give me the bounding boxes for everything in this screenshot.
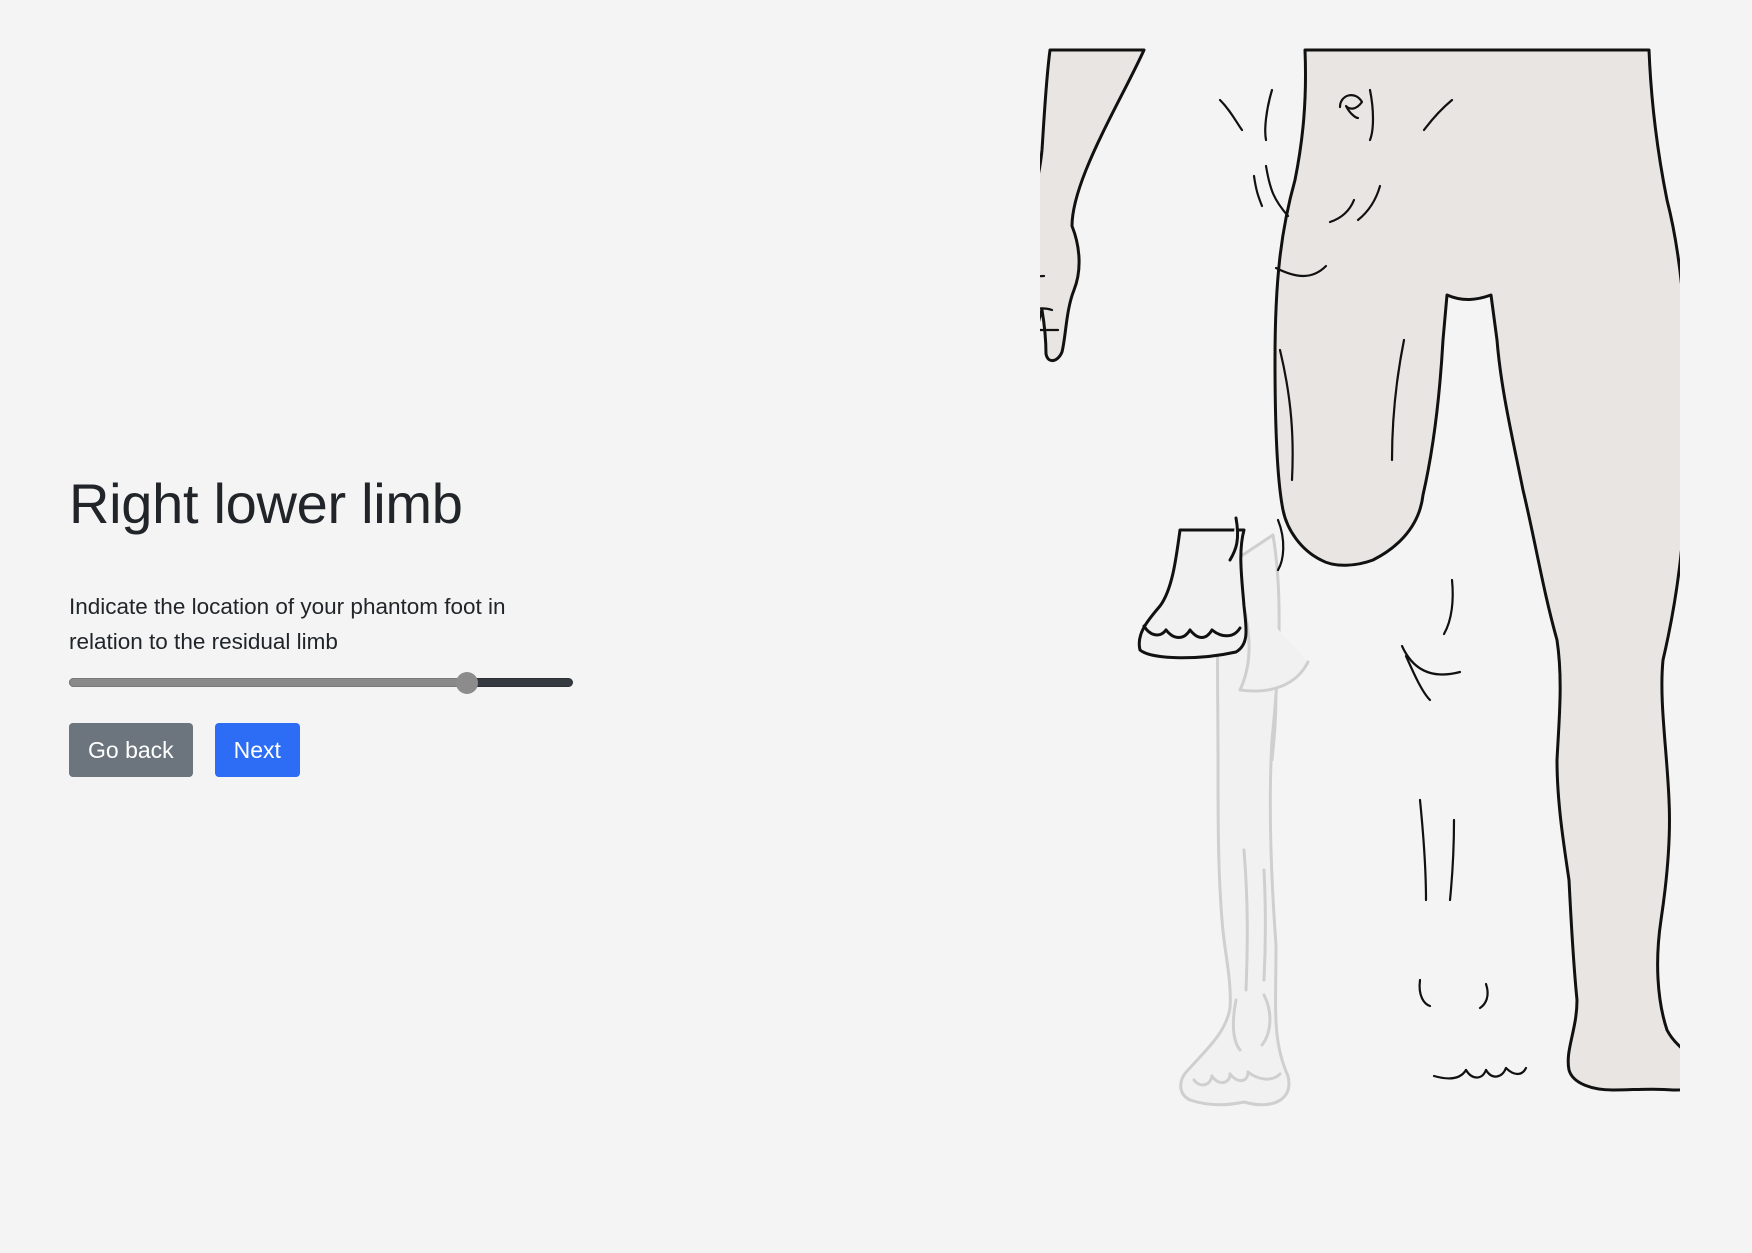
body-outline (1040, 48, 1680, 1092)
go-back-button[interactable]: Go back (69, 723, 193, 778)
slider-fill (69, 678, 468, 688)
page-title: Right lower limb (69, 472, 463, 535)
left-panel: Right lower limb Indicate the location o… (69, 470, 589, 778)
page: Right lower limb Indicate the location o… (0, 0, 1752, 1253)
button-row: Go back Next (69, 723, 589, 778)
phantom-foot-marker (1137, 516, 1248, 660)
lower-body-figure (1040, 48, 1680, 1107)
phantom-foot-slider[interactable] (69, 669, 573, 697)
slider-thumb[interactable] (456, 672, 479, 695)
next-button[interactable]: Next (214, 723, 300, 778)
instruction-text: Indicate the location of your phantom fo… (69, 594, 506, 655)
